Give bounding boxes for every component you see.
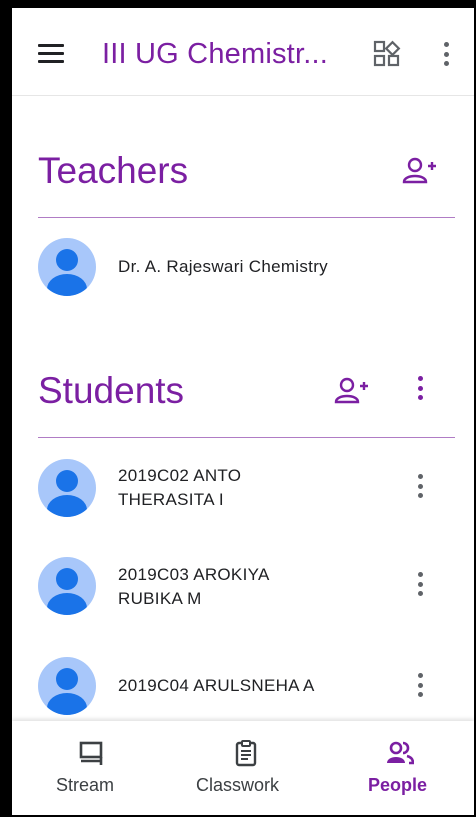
students-divider [38,437,455,438]
teachers-heading: Teachers [38,150,189,191]
add-teacher-icon[interactable] [401,156,437,186]
add-student-icon[interactable] [333,376,369,406]
screen: III UG Chemistr... Teachers Dr. A. Rajes… [12,8,474,815]
people-icon [387,741,414,765]
tab-classwork[interactable]: Classwork [188,721,308,815]
more-vert-icon[interactable] [438,42,454,68]
tab-stream[interactable]: Stream [42,721,142,815]
student-name: 2019C02 ANTO THERASITA I [118,466,242,509]
tab-stream-label: Stream [56,775,115,795]
student-name: 2019C04 ARULSNEHA A [118,676,315,695]
classwork-icon [235,740,257,767]
apps-grid-icon[interactable] [373,40,401,68]
teachers-divider [38,217,455,218]
avatar [38,238,96,296]
avatar [38,459,96,517]
avatar [38,557,96,615]
student-name: 2019C03 AROKIYA RUBIKA M [118,565,270,608]
student-more-icon[interactable] [412,572,428,598]
bottom-navigation: Stream Classwork People [12,721,474,815]
app-bar: III UG Chemistr... [12,8,474,96]
students-more-icon[interactable] [412,376,428,402]
class-title: III UG Chemistr... [102,38,328,70]
students-heading: Students [38,370,185,411]
stream-icon [79,741,103,765]
tab-classwork-label: Classwork [196,775,280,795]
avatar [38,657,96,715]
student-more-icon[interactable] [412,673,428,699]
student-more-icon[interactable] [412,474,428,500]
hamburger-menu-icon[interactable] [38,44,64,64]
tab-people[interactable]: People [362,721,452,815]
tab-people-label: People [368,775,428,795]
teacher-name: Dr. A. Rajeswari Chemistry [118,257,328,276]
